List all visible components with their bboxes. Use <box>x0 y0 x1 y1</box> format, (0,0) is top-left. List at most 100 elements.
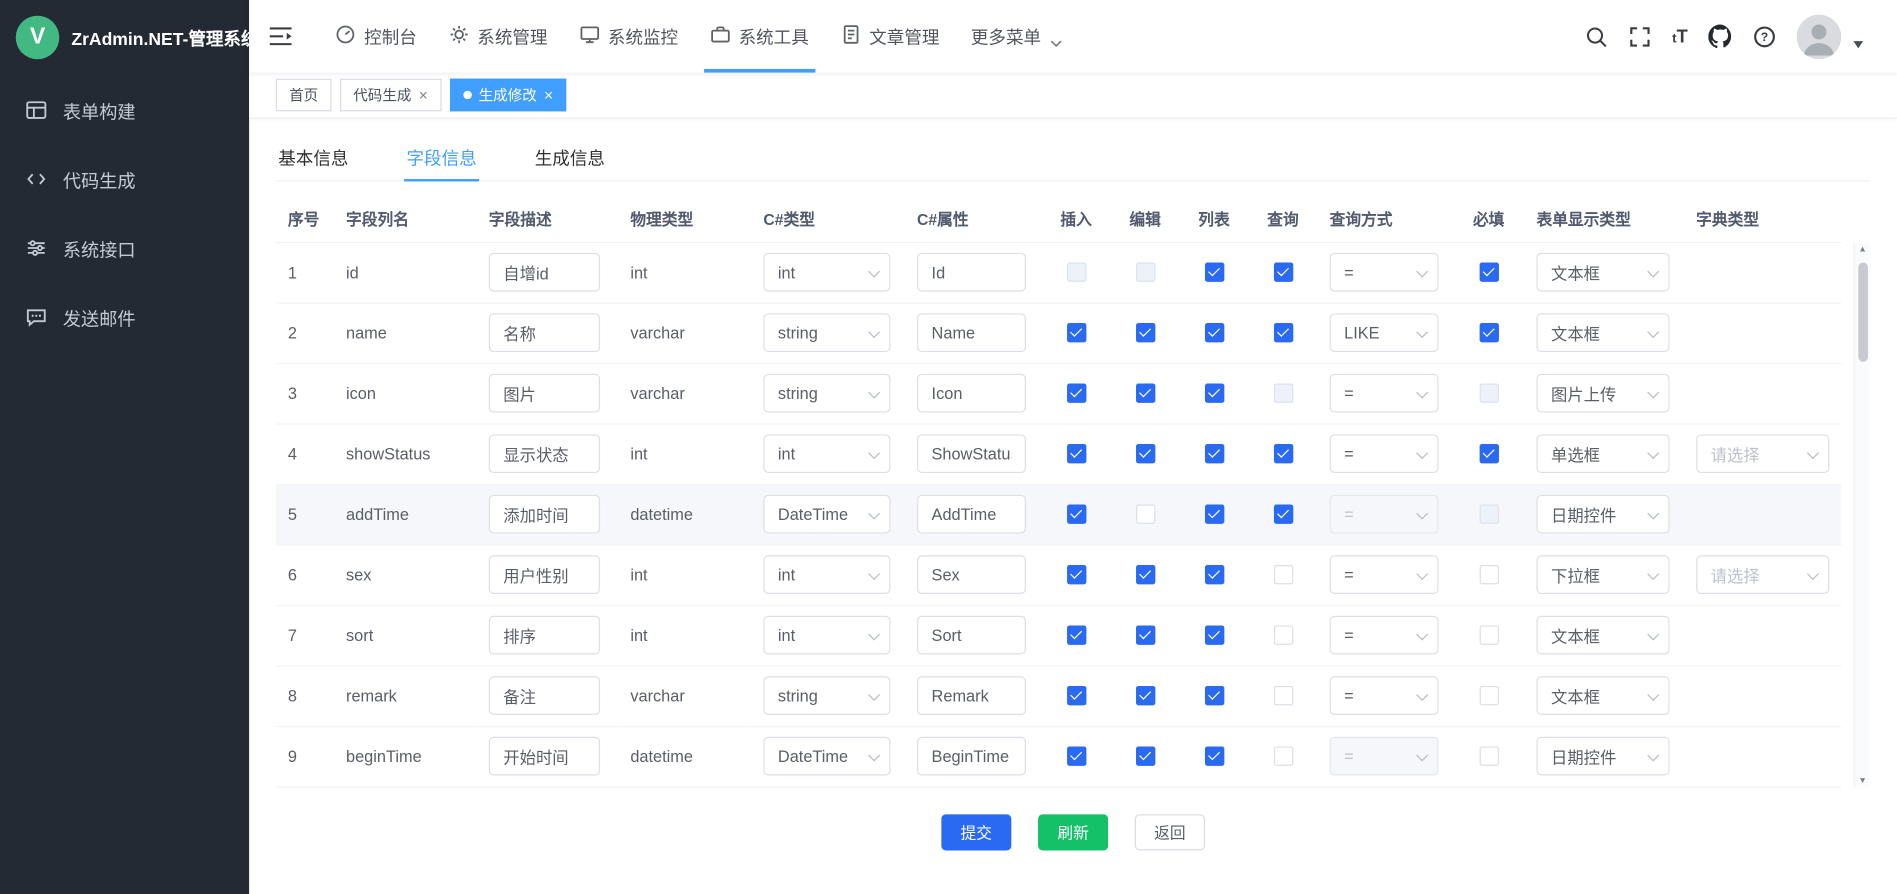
back-button[interactable]: 返回 <box>1135 814 1205 850</box>
display-type-select[interactable]: 日期控件 <box>1536 737 1669 776</box>
sidebar-item-code-generation[interactable]: 代码生成 <box>0 146 249 215</box>
field-desc-input[interactable] <box>489 374 600 413</box>
insert-checkbox[interactable] <box>1066 444 1085 463</box>
search-icon[interactable] <box>1585 25 1608 48</box>
submit-button[interactable]: 提交 <box>941 814 1011 850</box>
cs-type-select[interactable]: DateTime <box>763 495 890 534</box>
cs-prop-input[interactable] <box>917 374 1026 413</box>
query-mode-select[interactable]: = <box>1330 737 1439 776</box>
dict-type-select[interactable]: 请选择 <box>1696 555 1829 594</box>
edit-checkbox[interactable] <box>1135 323 1154 342</box>
github-icon[interactable] <box>1708 24 1732 48</box>
required-checkbox[interactable] <box>1479 565 1498 584</box>
required-checkbox[interactable] <box>1479 444 1498 463</box>
edit-checkbox[interactable] <box>1135 565 1154 584</box>
help-icon[interactable]: ? <box>1753 25 1776 48</box>
tab-field-info[interactable]: 字段信息 <box>404 135 479 180</box>
query-checkbox[interactable] <box>1273 323 1292 342</box>
avatar[interactable] <box>1797 14 1842 59</box>
insert-checkbox[interactable] <box>1066 747 1085 766</box>
refresh-button[interactable]: 刷新 <box>1038 814 1108 850</box>
nav-item-system-manage[interactable]: 系统管理 <box>433 0 564 73</box>
nav-item-article-manage[interactable]: 文章管理 <box>824 0 955 73</box>
cs-prop-input[interactable] <box>917 555 1026 594</box>
query-mode-select[interactable]: LIKE <box>1330 313 1439 352</box>
cs-prop-input[interactable] <box>917 495 1026 534</box>
query-checkbox[interactable] <box>1273 686 1292 705</box>
edit-checkbox[interactable] <box>1135 263 1154 282</box>
query-checkbox[interactable] <box>1273 565 1292 584</box>
query-checkbox[interactable] <box>1273 263 1292 282</box>
close-icon[interactable]: × <box>419 87 428 103</box>
query-mode-select[interactable]: = <box>1330 676 1439 715</box>
scroll-down-icon[interactable]: ▼ <box>1858 777 1866 785</box>
cs-prop-input[interactable] <box>917 616 1026 655</box>
cs-type-select[interactable]: int <box>763 253 890 292</box>
insert-checkbox[interactable] <box>1066 384 1085 403</box>
cs-type-select[interactable]: string <box>763 374 890 413</box>
edit-checkbox[interactable] <box>1135 686 1154 705</box>
display-type-select[interactable]: 日期控件 <box>1536 495 1669 534</box>
scroll-up-icon[interactable]: ▲ <box>1858 246 1866 254</box>
display-type-select[interactable]: 图片上传 <box>1536 374 1669 413</box>
query-checkbox[interactable] <box>1273 626 1292 645</box>
required-checkbox[interactable] <box>1479 686 1498 705</box>
display-type-select[interactable]: 文本框 <box>1536 253 1669 292</box>
font-size-icon[interactable]: tT <box>1672 26 1688 47</box>
avatar-caret-icon[interactable] <box>1853 41 1863 48</box>
list-checkbox[interactable] <box>1204 565 1223 584</box>
query-mode-select[interactable]: = <box>1330 495 1439 534</box>
edit-checkbox[interactable] <box>1135 384 1154 403</box>
display-type-select[interactable]: 文本框 <box>1536 313 1669 352</box>
nav-item-dashboard[interactable]: 控制台 <box>319 0 432 73</box>
field-desc-input[interactable] <box>489 555 600 594</box>
cs-type-select[interactable]: int <box>763 434 890 473</box>
field-desc-input[interactable] <box>489 253 600 292</box>
query-mode-select[interactable]: = <box>1330 555 1439 594</box>
required-checkbox[interactable] <box>1479 323 1498 342</box>
list-checkbox[interactable] <box>1204 747 1223 766</box>
edit-checkbox[interactable] <box>1135 626 1154 645</box>
field-desc-input[interactable] <box>489 495 600 534</box>
list-checkbox[interactable] <box>1204 384 1223 403</box>
query-mode-select[interactable]: = <box>1330 374 1439 413</box>
collapse-menu-icon[interactable] <box>269 24 296 48</box>
cs-type-select[interactable]: DateTime <box>763 737 890 776</box>
required-checkbox[interactable] <box>1479 747 1498 766</box>
display-type-select[interactable]: 单选框 <box>1536 434 1669 473</box>
insert-checkbox[interactable] <box>1066 263 1085 282</box>
required-checkbox[interactable] <box>1479 505 1498 524</box>
close-icon[interactable]: × <box>544 87 553 103</box>
list-checkbox[interactable] <box>1204 323 1223 342</box>
vertical-scrollbar[interactable]: ▲ ▼ <box>1853 243 1870 787</box>
insert-checkbox[interactable] <box>1066 505 1085 524</box>
cs-type-select[interactable]: int <box>763 616 890 655</box>
cs-prop-input[interactable] <box>917 313 1026 352</box>
cs-type-select[interactable]: int <box>763 555 890 594</box>
insert-checkbox[interactable] <box>1066 686 1085 705</box>
field-desc-input[interactable] <box>489 616 600 655</box>
query-checkbox[interactable] <box>1273 444 1292 463</box>
insert-checkbox[interactable] <box>1066 323 1085 342</box>
fullscreen-icon[interactable] <box>1629 25 1652 48</box>
display-type-select[interactable]: 文本框 <box>1536 616 1669 655</box>
nav-item-system-monitor[interactable]: 系统监控 <box>563 0 694 73</box>
tag-code-generation[interactable]: 代码生成 × <box>340 79 441 112</box>
cs-prop-input[interactable] <box>917 253 1026 292</box>
cs-prop-input[interactable] <box>917 434 1026 473</box>
query-mode-select[interactable]: = <box>1330 434 1439 473</box>
insert-checkbox[interactable] <box>1066 565 1085 584</box>
sidebar-item-send-mail[interactable]: 发送邮件 <box>0 284 249 353</box>
list-checkbox[interactable] <box>1204 505 1223 524</box>
sidebar-item-system-api[interactable]: 系统接口 <box>0 215 249 284</box>
required-checkbox[interactable] <box>1479 263 1498 282</box>
query-checkbox[interactable] <box>1273 384 1292 403</box>
edit-checkbox[interactable] <box>1135 505 1154 524</box>
cs-type-select[interactable]: string <box>763 313 890 352</box>
cs-type-select[interactable]: string <box>763 676 890 715</box>
cs-prop-input[interactable] <box>917 676 1026 715</box>
edit-checkbox[interactable] <box>1135 444 1154 463</box>
field-desc-input[interactable] <box>489 737 600 776</box>
field-desc-input[interactable] <box>489 313 600 352</box>
display-type-select[interactable]: 文本框 <box>1536 676 1669 715</box>
